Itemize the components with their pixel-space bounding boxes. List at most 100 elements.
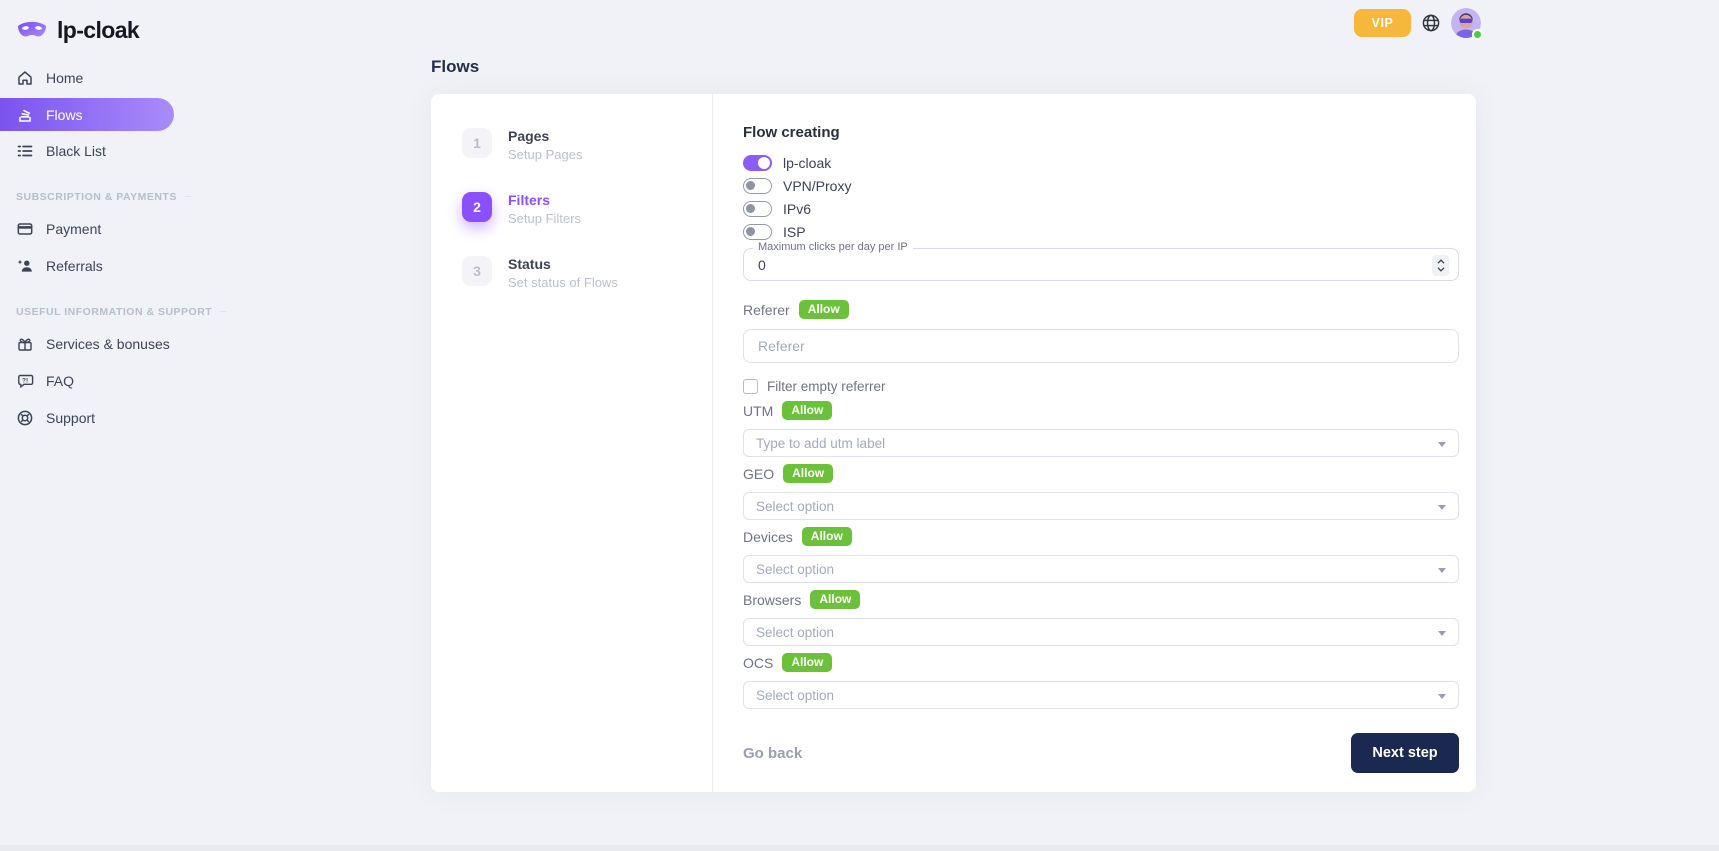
step-filters[interactable]: 2 Filters Setup Filters bbox=[462, 190, 712, 224]
referer-label: Referer bbox=[743, 302, 790, 318]
flow-card: 1 Pages Setup Pages 2 Filters Setup Filt… bbox=[431, 94, 1476, 792]
app-root: lp-cloak Home Flows bbox=[0, 0, 1719, 851]
select-placeholder: Type to add utm label bbox=[756, 436, 885, 451]
ocs-label: OCS bbox=[743, 655, 773, 671]
go-back-button[interactable]: Go back bbox=[743, 745, 802, 762]
faq-bubble-icon: ?! bbox=[16, 372, 34, 390]
sidebar-nav-useful: Services & bonuses ?! FAQ Support bbox=[0, 327, 174, 435]
referer-input[interactable] bbox=[744, 338, 1458, 354]
sidebar-item-home[interactable]: Home bbox=[0, 61, 174, 95]
number-stepper[interactable] bbox=[1432, 255, 1449, 276]
ocs-allow-badge[interactable]: Allow bbox=[782, 653, 832, 672]
geo-select[interactable]: Select option bbox=[743, 492, 1459, 520]
isp-toggle[interactable] bbox=[743, 224, 772, 240]
svg-text:?!: ?! bbox=[22, 377, 28, 384]
referral-user-icon bbox=[16, 257, 34, 275]
step-title: Status bbox=[508, 254, 618, 272]
checkbox-label: Filter empty referrer bbox=[767, 379, 886, 394]
next-step-button[interactable]: Next step bbox=[1351, 733, 1459, 773]
globe-icon[interactable] bbox=[1421, 13, 1441, 33]
section-title: SUBSCRIPTION & PAYMENTS bbox=[16, 191, 177, 203]
avatar[interactable] bbox=[1451, 8, 1481, 38]
sidebar-item-black-list[interactable]: Black List bbox=[0, 134, 174, 168]
sidebar-item-label: Flows bbox=[46, 107, 83, 123]
sidebar-item-payment[interactable]: Payment bbox=[0, 212, 174, 246]
sidebar-item-referrals[interactable]: Referrals bbox=[0, 249, 174, 283]
filter-empty-referrer-checkbox[interactable] bbox=[743, 379, 758, 394]
toggle-label: ISP bbox=[783, 224, 806, 240]
step-title: Filters bbox=[508, 190, 581, 208]
toggle-knob bbox=[758, 157, 770, 169]
toggle-knob bbox=[746, 204, 755, 213]
page-title: Flows bbox=[431, 57, 1476, 77]
lp-cloak-toggle[interactable] bbox=[743, 155, 772, 171]
sidebar-section-subscription: SUBSCRIPTION & PAYMENTS bbox=[0, 190, 174, 203]
step-title: Pages bbox=[508, 126, 582, 144]
topbar-right: VIP bbox=[1354, 8, 1481, 38]
max-clicks-field: Maximum clicks per day per IP bbox=[743, 248, 1459, 281]
chevron-down-icon bbox=[1438, 442, 1446, 447]
geo-allow-badge[interactable]: Allow bbox=[783, 464, 833, 483]
browsers-select[interactable]: Select option bbox=[743, 618, 1459, 646]
gift-icon bbox=[16, 335, 34, 353]
toggle-knob bbox=[746, 181, 755, 190]
referer-allow-badge[interactable]: Allow bbox=[799, 300, 849, 319]
step-number: 2 bbox=[462, 192, 492, 222]
viewport-bottom-strip bbox=[0, 845, 1719, 851]
ipv6-toggle[interactable] bbox=[743, 201, 772, 217]
sidebar-item-faq[interactable]: ?! FAQ bbox=[0, 364, 174, 398]
toggle-row-ipv6: IPv6 bbox=[743, 201, 1459, 217]
mask-icon bbox=[16, 19, 48, 42]
chevron-down-icon bbox=[1438, 631, 1446, 636]
toggle-row-vpn-proxy: VPN/Proxy bbox=[743, 178, 1459, 194]
chevron-down-icon bbox=[1438, 694, 1446, 699]
toggle-row-lp-cloak: lp-cloak bbox=[743, 155, 1459, 171]
select-placeholder: Select option bbox=[756, 625, 834, 640]
brand-logo[interactable]: lp-cloak bbox=[0, 0, 174, 47]
geo-label: GEO bbox=[743, 466, 774, 482]
browsers-label-row: Browsers Allow bbox=[743, 591, 1459, 608]
sidebar-item-services[interactable]: Services & bonuses bbox=[0, 327, 174, 361]
vpn-proxy-toggle[interactable] bbox=[743, 178, 772, 194]
max-clicks-input[interactable] bbox=[758, 249, 1398, 280]
referer-label-row: Referer Allow bbox=[743, 301, 1459, 318]
ocs-select[interactable]: Select option bbox=[743, 681, 1459, 709]
online-status-dot bbox=[1472, 29, 1483, 40]
sidebar-item-support[interactable]: Support bbox=[0, 401, 174, 435]
toggle-label: VPN/Proxy bbox=[783, 178, 851, 194]
utm-allow-badge[interactable]: Allow bbox=[782, 401, 832, 420]
sidebar-item-label: Home bbox=[46, 70, 83, 86]
referer-field bbox=[743, 329, 1459, 363]
vip-badge-button[interactable]: VIP bbox=[1354, 9, 1411, 37]
browsers-allow-badge[interactable]: Allow bbox=[810, 590, 860, 609]
select-placeholder: Select option bbox=[756, 688, 834, 703]
bulleted-list-icon bbox=[16, 142, 34, 160]
devices-allow-badge[interactable]: Allow bbox=[802, 527, 852, 546]
step-number: 3 bbox=[462, 256, 492, 286]
flows-icon bbox=[16, 106, 34, 124]
sidebar-nav-subscription: Payment Referrals bbox=[0, 212, 174, 283]
step-status[interactable]: 3 Status Set status of Flows bbox=[462, 254, 712, 288]
filter-empty-referrer-row: Filter empty referrer bbox=[743, 379, 1459, 394]
lifebuoy-icon bbox=[16, 409, 34, 427]
step-subtitle: Setup Pages bbox=[508, 147, 582, 162]
chevron-down-icon bbox=[1438, 505, 1446, 510]
home-icon bbox=[16, 69, 34, 87]
stepper: 1 Pages Setup Pages 2 Filters Setup Filt… bbox=[431, 94, 713, 792]
devices-label: Devices bbox=[743, 529, 793, 545]
step-subtitle: Setup Filters bbox=[508, 211, 581, 226]
utm-label-row: UTM Allow bbox=[743, 402, 1459, 419]
sidebar-nav: Home Flows Black List bbox=[0, 61, 174, 168]
select-placeholder: Select option bbox=[756, 499, 834, 514]
sidebar-item-label: Services & bonuses bbox=[46, 336, 170, 352]
step-pages[interactable]: 1 Pages Setup Pages bbox=[462, 126, 712, 160]
devices-select[interactable]: Select option bbox=[743, 555, 1459, 583]
credit-card-icon bbox=[16, 220, 34, 238]
sidebar-item-label: Support bbox=[46, 410, 95, 426]
utm-select[interactable]: Type to add utm label bbox=[743, 429, 1459, 457]
ocs-label-row: OCS Allow bbox=[743, 654, 1459, 671]
devices-label-row: Devices Allow bbox=[743, 528, 1459, 545]
select-placeholder: Select option bbox=[756, 562, 834, 577]
sidebar-item-flows[interactable]: Flows bbox=[0, 98, 174, 131]
chevron-down-icon bbox=[1438, 568, 1446, 573]
